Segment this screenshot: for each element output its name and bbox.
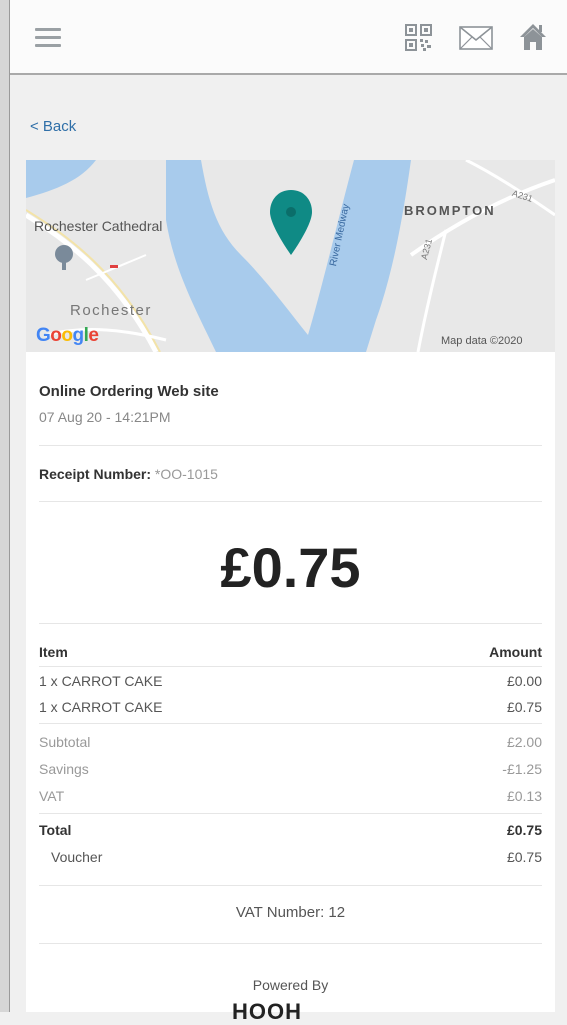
qr-code-icon[interactable] [405, 24, 433, 52]
column-header-item: Item [39, 644, 68, 660]
summary-value: £0.13 [506, 788, 542, 804]
item-name: 1 x CARROT CAKE [39, 699, 163, 715]
divider [39, 885, 542, 886]
summary-value: £2.00 [506, 734, 542, 750]
voucher-value: £0.75 [506, 849, 542, 865]
table-row: 1 x CARROT CAKE £0.75 [39, 699, 542, 721]
map-label-district: BROMPTON [404, 203, 496, 218]
item-amount: £0.00 [506, 673, 542, 689]
divider [39, 723, 542, 724]
divider [39, 445, 542, 446]
summary-row-vat: VAT £0.13 [39, 788, 542, 810]
summary-label: Subtotal [39, 734, 91, 750]
summary-row-subtotal: Subtotal £2.00 [39, 734, 542, 756]
column-header-amount: Amount [489, 644, 542, 660]
location-map[interactable]: Rochester Cathedral Rochester BROMPTON R… [26, 160, 555, 352]
brand-logo: HOOH [232, 999, 302, 1025]
mail-icon[interactable] [459, 26, 493, 50]
item-amount: £0.75 [506, 699, 542, 715]
hamburger-menu-icon[interactable] [35, 28, 61, 48]
receipt-number-label: Receipt Number: [39, 466, 152, 482]
summary-row-savings: Savings -£1.25 [39, 761, 542, 783]
total-label: Total [39, 822, 72, 838]
receipt-number-value: *OO-1015 [154, 466, 218, 482]
summary-label: Savings [39, 761, 89, 777]
divider [39, 666, 542, 667]
back-link[interactable]: < Back [30, 118, 76, 135]
summary-label: VAT [39, 788, 65, 804]
map-label-town: Rochester [70, 302, 152, 319]
receipt-card: Online Ordering Web site 07 Aug 20 - 14:… [26, 352, 555, 1024]
receipt-number: Receipt Number: *OO-1015 [39, 466, 218, 482]
top-bar [10, 0, 567, 75]
divider [39, 943, 542, 944]
map-canvas [26, 160, 555, 352]
total-value: £0.75 [506, 822, 542, 838]
total-row: Total £0.75 [39, 822, 542, 844]
voucher-label: Voucher [51, 849, 103, 865]
window-left-edge [0, 0, 9, 1012]
transaction-datetime: 07 Aug 20 - 14:21PM [39, 409, 171, 425]
powered-by-label: Powered By [252, 977, 329, 993]
vat-number: VAT Number: 12 [235, 904, 346, 921]
divider [39, 501, 542, 502]
summary-value: -£1.25 [502, 761, 542, 777]
total-amount-display: £0.75 [220, 536, 361, 599]
map-attribution: Map data ©2020 [441, 335, 523, 347]
window-left-border [9, 0, 10, 1012]
table-header: Item Amount [39, 644, 542, 666]
google-logo: Google [36, 325, 99, 346]
map-label-cathedral: Rochester Cathedral [34, 218, 163, 234]
divider [39, 623, 542, 624]
merchant-name: Online Ordering Web site [39, 383, 219, 400]
table-row: 1 x CARROT CAKE £0.00 [39, 673, 542, 695]
item-name: 1 x CARROT CAKE [39, 673, 163, 689]
home-icon[interactable] [518, 22, 548, 52]
divider [39, 813, 542, 814]
voucher-row: Voucher £0.75 [39, 849, 542, 871]
